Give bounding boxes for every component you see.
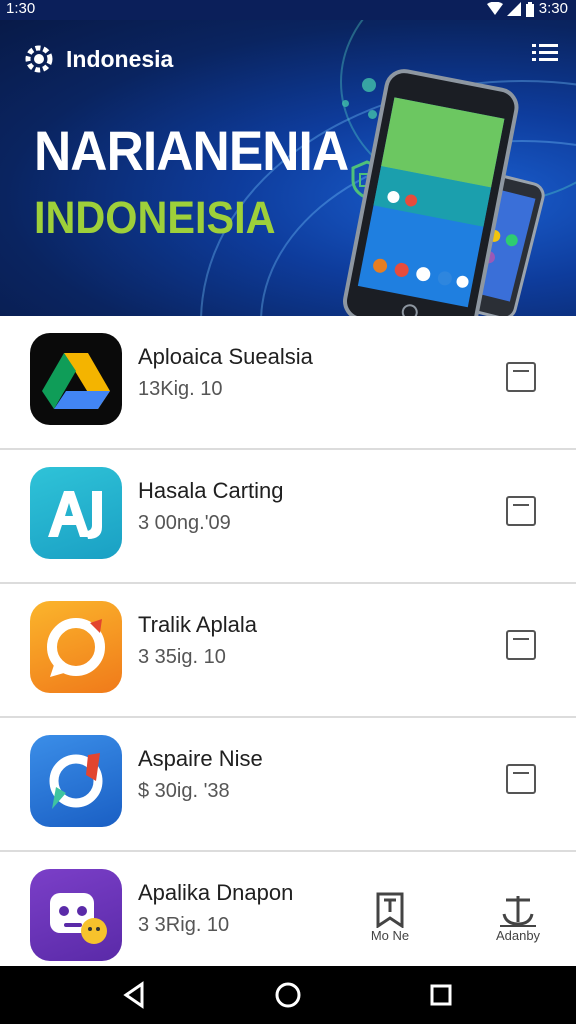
- save-button[interactable]: [506, 362, 536, 392]
- app-list: Aploaica Suealsia 13Kig. 10 Hasala Carti…: [0, 316, 576, 984]
- app-meta: $ 30ig. '38: [138, 780, 230, 802]
- robot-icon: [30, 869, 122, 961]
- hero-subheadline: INDONEISIA: [34, 192, 276, 243]
- signal-icon: [506, 2, 521, 16]
- recents-icon[interactable]: [426, 980, 456, 1010]
- phones-illustration: [343, 69, 545, 316]
- hero-headline: NARIANENIA: [34, 119, 349, 182]
- tab-adanby[interactable]: Adanby: [478, 892, 558, 943]
- drive-icon: [30, 333, 122, 425]
- back-icon[interactable]: [120, 980, 150, 1010]
- bookmark-icon: [376, 892, 404, 928]
- tab-mo-ne[interactable]: Mo Ne: [350, 892, 430, 943]
- anchor-icon: [500, 896, 536, 927]
- list-item[interactable]: Tralik Aplala 3 35ig. 10: [0, 584, 576, 718]
- bottom-tabs: Mo Ne Adanby: [356, 892, 576, 964]
- brand[interactable]: Indonesia: [22, 42, 173, 76]
- tab-label: Mo Ne: [370, 928, 410, 943]
- list-item[interactable]: Hasala Carting 3 00ng.'09: [0, 450, 576, 584]
- status-time-right: 3:30: [538, 0, 568, 17]
- list-item[interactable]: Aspaire Nise $ 30ig. '38: [0, 718, 576, 852]
- tab-label: Adanby: [495, 928, 541, 943]
- home-icon[interactable]: [273, 980, 303, 1010]
- brand-name: Indonesia: [66, 45, 174, 72]
- wifi-icon: [486, 2, 503, 15]
- status-bar: 1:30 3:30: [0, 0, 576, 20]
- hero-banner: Indonesia NARIANENIA INDONEISIA: [0, 20, 576, 316]
- system-nav-bar: [0, 966, 576, 1024]
- list-item[interactable]: Aploaica Suealsia 13Kig. 10: [0, 316, 576, 450]
- status-time-left: 1:30: [6, 0, 36, 17]
- app-name: Apalika Dnapon: [138, 880, 294, 905]
- app-meta: 3 00ng.'09: [138, 512, 231, 534]
- app-name: Hasala Carting: [138, 478, 284, 503]
- battery-icon: [525, 1, 534, 17]
- aj-icon: [30, 467, 122, 559]
- orange-ring-icon: [30, 601, 122, 693]
- compass-icon: [30, 735, 122, 827]
- gear-logo-icon: [25, 45, 53, 73]
- status-icons: 3:30: [486, 0, 568, 18]
- save-button[interactable]: [506, 630, 536, 660]
- app-name: Aspaire Nise: [138, 746, 263, 771]
- app-name: Aploaica Suealsia: [138, 344, 313, 369]
- app-meta: 13Kig. 10: [138, 378, 223, 400]
- app-meta: 3 35ig. 10: [138, 646, 226, 668]
- save-button[interactable]: [506, 496, 536, 526]
- save-button[interactable]: [506, 764, 536, 794]
- app-name: Tralik Aplala: [138, 612, 258, 637]
- app-meta: 3 3Rig. 10: [138, 914, 230, 936]
